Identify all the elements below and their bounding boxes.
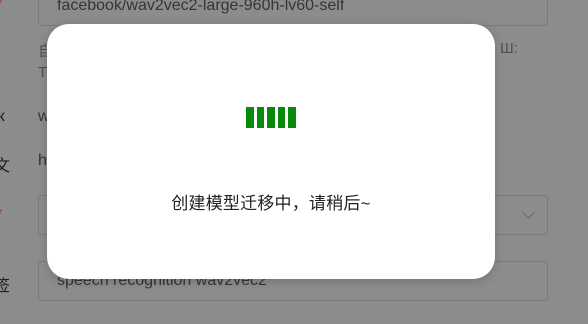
spinner-bar	[256, 107, 265, 128]
spinner-bar	[277, 107, 286, 128]
spinner-bar	[246, 107, 254, 128]
loading-dialog: 创建模型迁移中，请稍后~	[47, 24, 495, 279]
loading-spinner-icon	[246, 107, 298, 128]
spinner-bar	[267, 107, 275, 128]
loading-message: 创建模型迁移中，请稍后~	[171, 194, 371, 213]
spinner-bar	[288, 107, 296, 128]
